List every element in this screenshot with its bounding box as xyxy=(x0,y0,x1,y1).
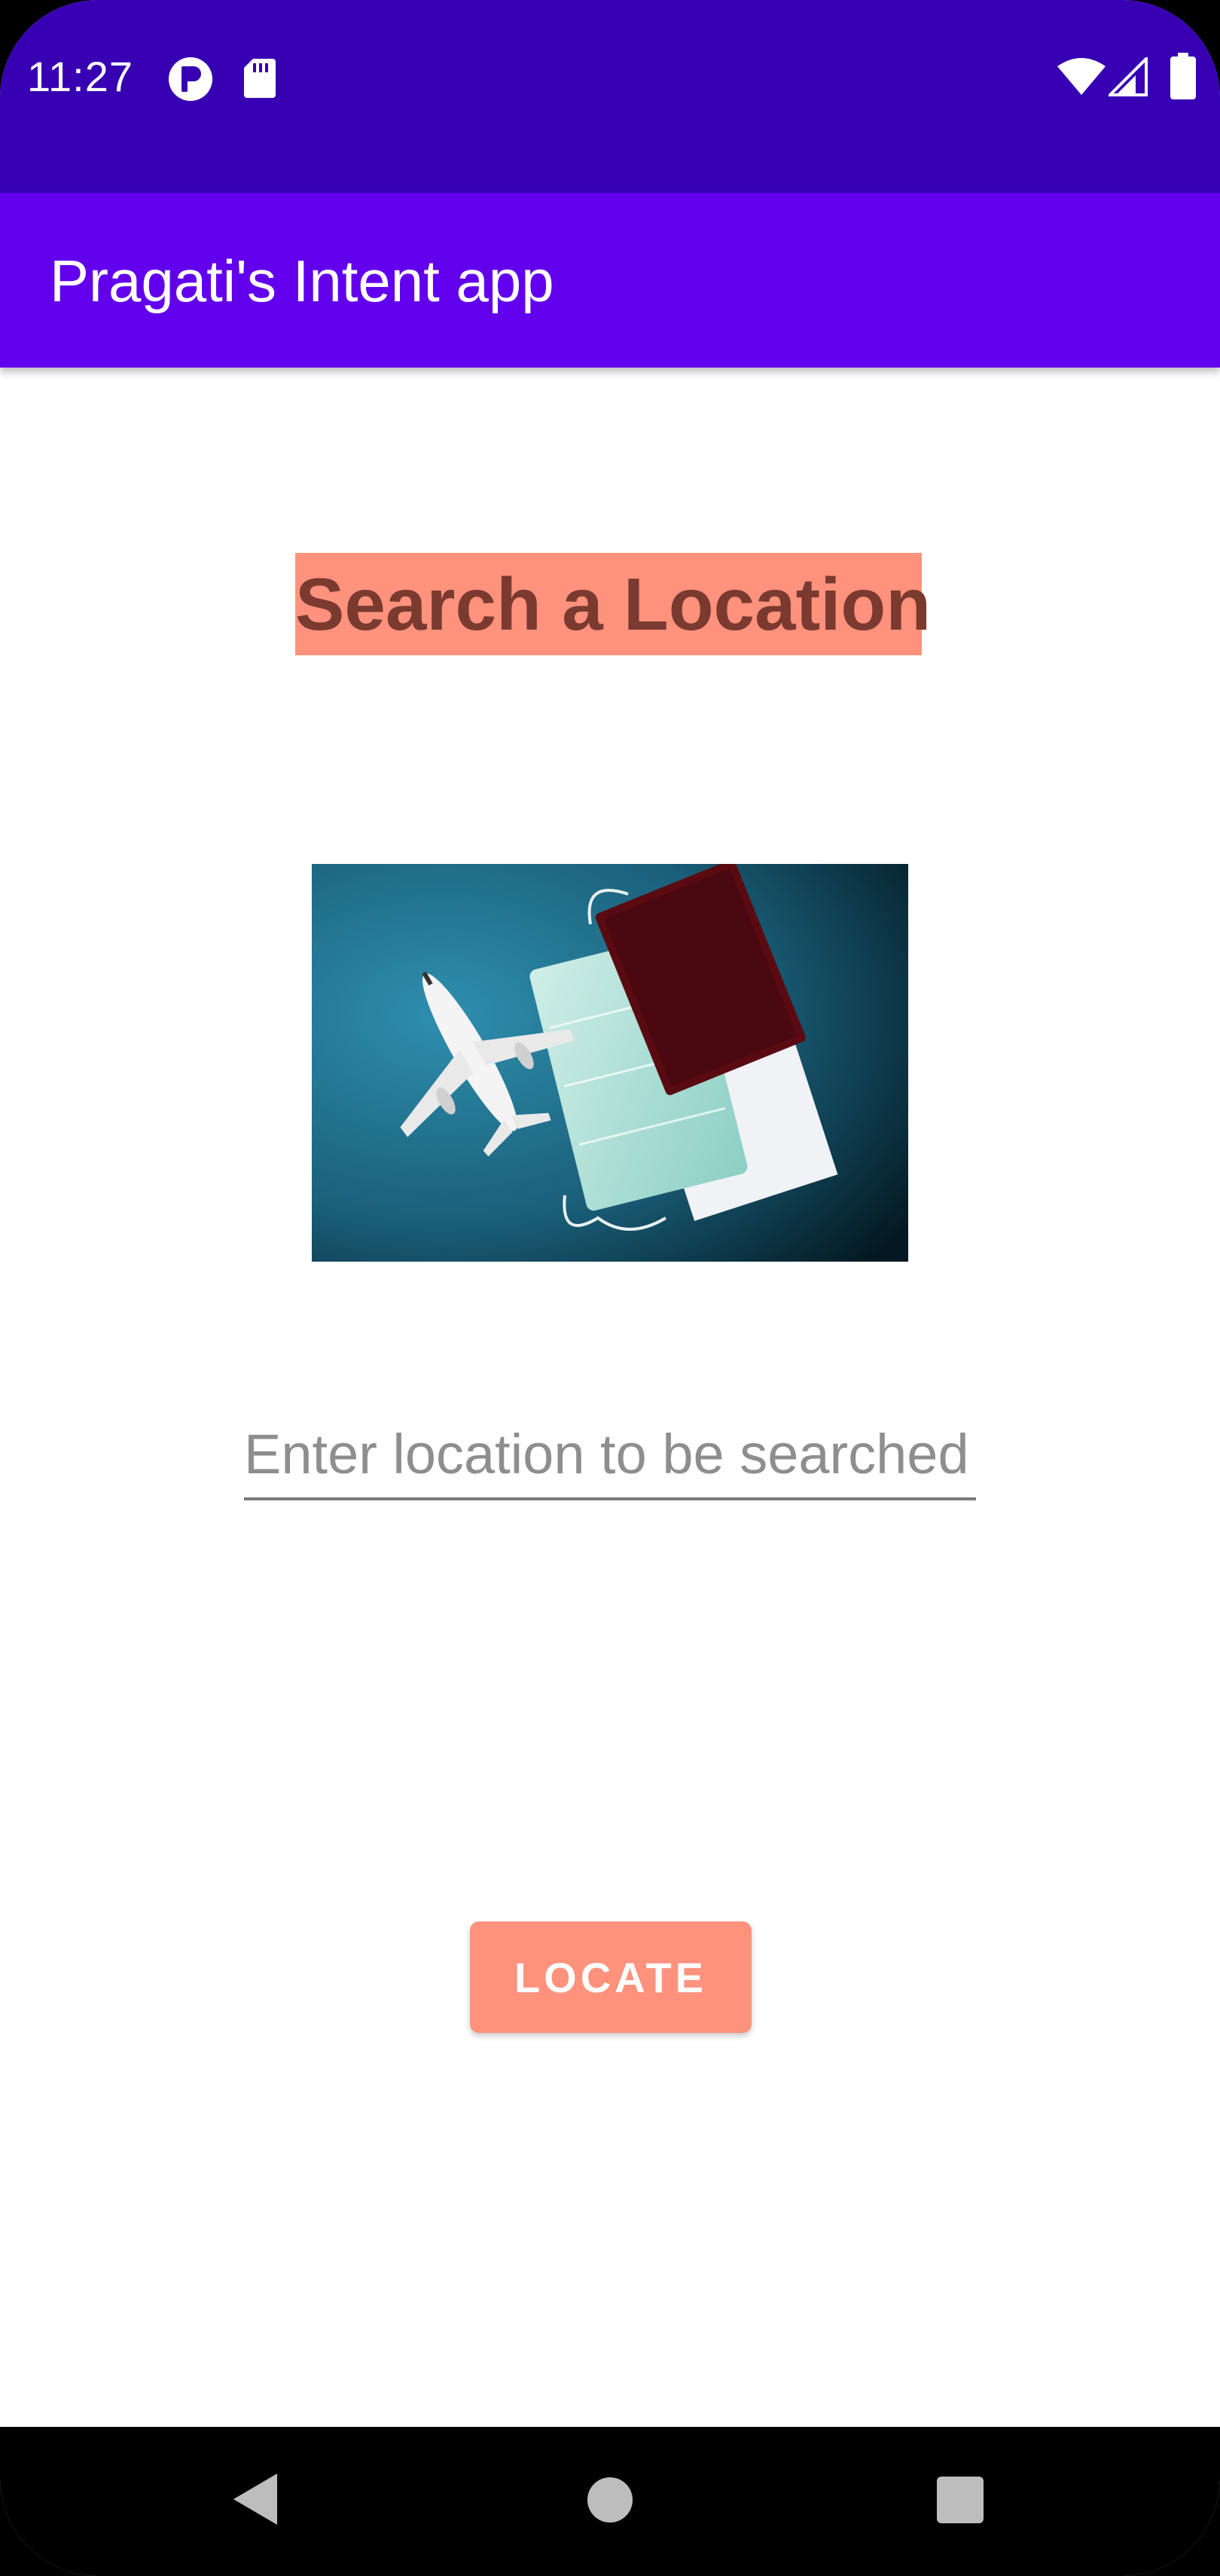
app-bar: Pragati's Intent app xyxy=(0,193,1220,368)
app-title: Pragati's Intent app xyxy=(50,248,554,314)
location-input[interactable] xyxy=(244,1410,976,1500)
locate-button[interactable]: LOCATE xyxy=(470,1921,752,2033)
cell-signal-icon xyxy=(1109,57,1148,96)
page-heading: Search a Location xyxy=(295,563,932,646)
sd-card-icon xyxy=(244,59,276,98)
phone-screen: 11:27 Pragati's Intent app Search a Loca… xyxy=(0,0,1220,2576)
back-icon[interactable] xyxy=(232,2472,279,2526)
navigation-bar xyxy=(0,2427,1220,2576)
status-time: 11:27 xyxy=(27,53,133,100)
recents-icon[interactable] xyxy=(937,2477,984,2523)
status-bar: 11:27 xyxy=(0,0,1220,193)
home-icon[interactable] xyxy=(587,2477,633,2523)
main-content: Search a Location Enter location to be s… xyxy=(0,368,1220,2427)
wifi-icon xyxy=(1057,58,1106,95)
heading-container: Search a Location xyxy=(295,553,932,655)
app-notification-icon xyxy=(169,57,212,101)
battery-icon xyxy=(1170,53,1196,99)
airplane-passport-mask-photo xyxy=(312,864,908,1262)
